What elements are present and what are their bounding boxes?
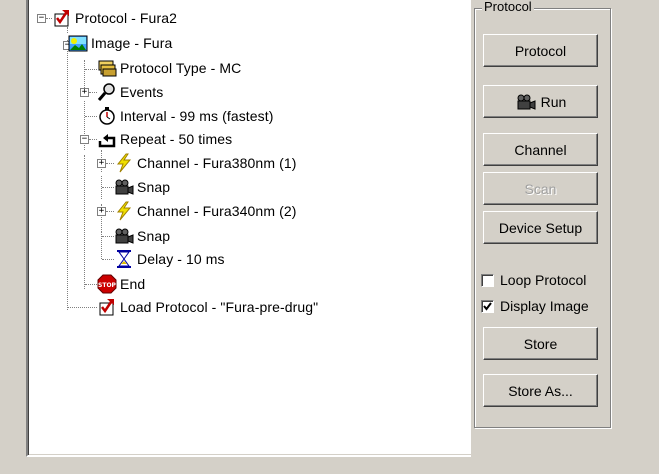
tree-item-end[interactable]: STOP End — [97, 273, 145, 295]
protocol-type-icon — [98, 60, 117, 77]
tree-item-label: Repeat - 50 times — [120, 131, 233, 147]
tree-item-image[interactable]: Image - Fura — [68, 32, 172, 54]
tree-item-interval[interactable]: Interval - 99 ms (fastest) — [97, 105, 274, 127]
checkbox-label: Display Image — [500, 298, 589, 314]
loop-protocol-checkbox[interactable]: Loop Protocol — [481, 272, 586, 288]
run-button[interactable]: Run — [483, 85, 598, 118]
button-label: Run — [540, 93, 567, 110]
tree-item-channel-340[interactable]: Channel - Fura340nm (2) — [114, 200, 297, 222]
lightning-icon — [116, 153, 132, 173]
group-title: Protocol — [482, 0, 534, 14]
repeat-icon — [98, 134, 116, 148]
tree-item-label: Channel - Fura380nm (1) — [137, 155, 297, 171]
tree-item-label: Channel - Fura340nm (2) — [137, 203, 297, 219]
button-label: Protocol — [514, 42, 567, 59]
button-label: Store — [523, 335, 558, 352]
button-label: Store As... — [508, 382, 573, 399]
button-label: Scan — [524, 180, 557, 197]
device-setup-button[interactable]: Device Setup — [483, 211, 598, 244]
tree-item-label: Events — [120, 84, 164, 100]
scan-button[interactable]: Scan — [483, 172, 598, 205]
load-protocol-icon — [99, 299, 114, 316]
expand-button[interactable]: + — [97, 207, 106, 216]
tree-connector — [85, 284, 97, 285]
lightning-icon — [116, 201, 132, 221]
protocol-icon — [54, 10, 69, 27]
tree-connector — [106, 211, 114, 212]
tree-item-protocol-type[interactable]: Protocol Type - MC — [97, 57, 241, 79]
expand-button[interactable]: + — [97, 159, 106, 168]
tree-item-channel-380[interactable]: Channel - Fura380nm (1) — [114, 152, 297, 174]
tree-connector — [106, 163, 114, 164]
camera-icon — [115, 179, 134, 195]
collapse-button[interactable]: − — [37, 14, 46, 23]
button-label: Device Setup — [498, 219, 583, 236]
store-button[interactable]: Store — [483, 327, 598, 360]
tree-connector — [89, 92, 97, 93]
tree-item-repeat[interactable]: Repeat - 50 times — [97, 128, 232, 150]
expand-button[interactable]: + — [80, 88, 89, 97]
checkbox-box[interactable] — [481, 273, 494, 287]
tree-connector — [102, 187, 114, 188]
checkbox-label: Loop Protocol — [500, 272, 587, 288]
tree-item-snap-2[interactable]: Snap — [114, 225, 170, 247]
button-label: Channel — [514, 141, 567, 158]
tree-item-label: Image - Fura — [91, 35, 173, 51]
tree-connector — [85, 116, 97, 117]
stop-sign-icon: STOP — [97, 274, 117, 294]
tree-connector — [84, 155, 85, 289]
tree-item-protocol[interactable]: Protocol - Fura2 — [52, 7, 177, 29]
camera-icon — [115, 228, 134, 244]
checkmark-icon — [483, 301, 492, 311]
tree-item-label: Interval - 99 ms (fastest) — [120, 108, 274, 124]
store-as-button[interactable]: Store As... — [483, 374, 598, 407]
tree-item-snap-1[interactable]: Snap — [114, 176, 170, 198]
tree-item-label: End — [120, 276, 146, 292]
tree-connector — [68, 307, 97, 308]
hourglass-icon — [117, 250, 131, 268]
tree-connector — [67, 40, 68, 310]
tree-item-label: Load Protocol - "Fura-pre-drug" — [120, 299, 319, 315]
window-left-frame — [0, 0, 10, 474]
tree-connector — [102, 259, 114, 260]
tree-item-label: Protocol - Fura2 — [75, 10, 177, 26]
tree-item-label: Delay - 10 ms — [137, 251, 225, 267]
tree-connector — [102, 236, 114, 237]
tree-connector — [85, 69, 97, 70]
collapse-button[interactable]: − — [80, 135, 89, 144]
tree-item-events[interactable]: Events — [97, 81, 163, 103]
camera-icon — [517, 94, 536, 110]
protocol-tree-view[interactable]: − − + − + + Protocol - Fura2 Image - Fur… — [26, 0, 471, 457]
image-icon — [68, 35, 88, 52]
tree-item-delay[interactable]: Delay - 10 ms — [114, 248, 225, 270]
window-bottom-frame — [0, 458, 659, 474]
checkbox-box[interactable] — [481, 299, 494, 313]
tree-item-label: Snap — [137, 179, 171, 195]
display-image-checkbox[interactable]: Display Image — [481, 298, 589, 314]
tree-connector — [89, 139, 97, 140]
channel-button[interactable]: Channel — [483, 133, 598, 166]
tree-item-load-protocol[interactable]: Load Protocol - "Fura-pre-drug" — [97, 296, 318, 318]
protocol-button[interactable]: Protocol — [483, 34, 598, 67]
tree-item-label: Protocol Type - MC — [120, 60, 242, 76]
tree-item-label: Snap — [137, 228, 171, 244]
svg-text:STOP: STOP — [98, 282, 117, 289]
stopwatch-icon — [99, 107, 115, 125]
events-magnifier-icon — [97, 83, 115, 101]
